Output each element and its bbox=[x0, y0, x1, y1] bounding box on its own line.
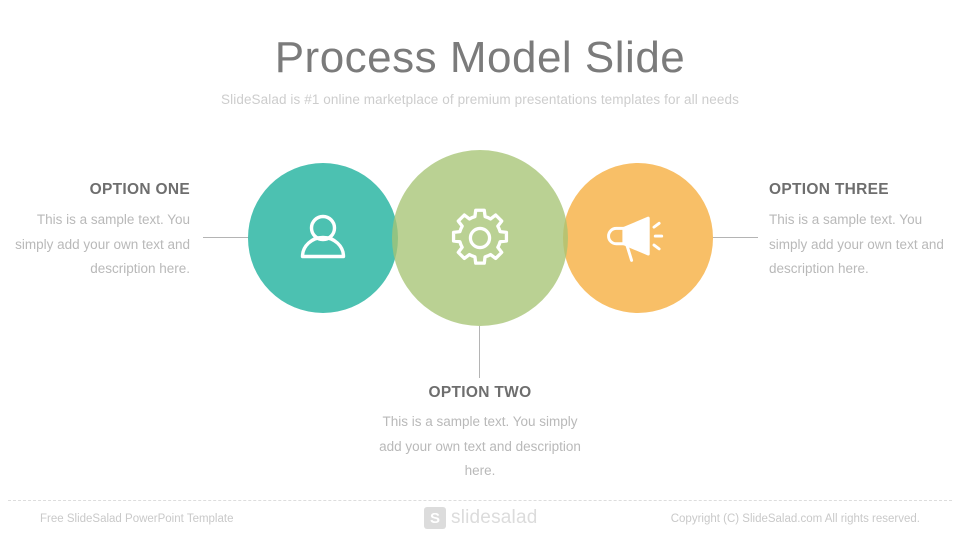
slide-canvas: Process Model Slide SlideSalad is #1 onl… bbox=[0, 0, 960, 540]
footer-divider bbox=[8, 500, 952, 501]
option-one-body: This is a sample text. You simply add yo… bbox=[15, 212, 190, 276]
option-two-heading: OPTION TWO bbox=[428, 384, 532, 401]
option-two-body: This is a sample text. You simply add yo… bbox=[379, 414, 581, 478]
page-subtitle: SlideSalad is #1 online marketplace of p… bbox=[221, 92, 739, 107]
circle-option-three[interactable] bbox=[563, 163, 713, 313]
circle-option-one[interactable] bbox=[248, 163, 398, 313]
megaphone-icon bbox=[606, 209, 670, 267]
option-one-heading: OPTION ONE bbox=[89, 181, 190, 198]
footer-left-text: Free SlideSalad PowerPoint Template bbox=[40, 513, 234, 525]
person-icon bbox=[292, 207, 354, 269]
footer-right-text: Copyright (C) SlideSalad.com All rights … bbox=[670, 513, 920, 525]
connector-line-option-two bbox=[479, 326, 481, 378]
circle-option-two[interactable] bbox=[392, 150, 568, 326]
connector-line-option-three bbox=[706, 237, 758, 239]
option-three-heading: OPTION THREE bbox=[769, 181, 889, 198]
logo-wordmark: slidesalad bbox=[451, 507, 538, 528]
gear-icon bbox=[447, 205, 513, 271]
page-title: Process Model Slide bbox=[274, 33, 686, 82]
option-three-body: This is a sample text. You simply add yo… bbox=[769, 212, 944, 276]
slidesalad-logo: S slidesalad bbox=[424, 507, 538, 529]
logo-mark-icon: S bbox=[424, 507, 446, 529]
